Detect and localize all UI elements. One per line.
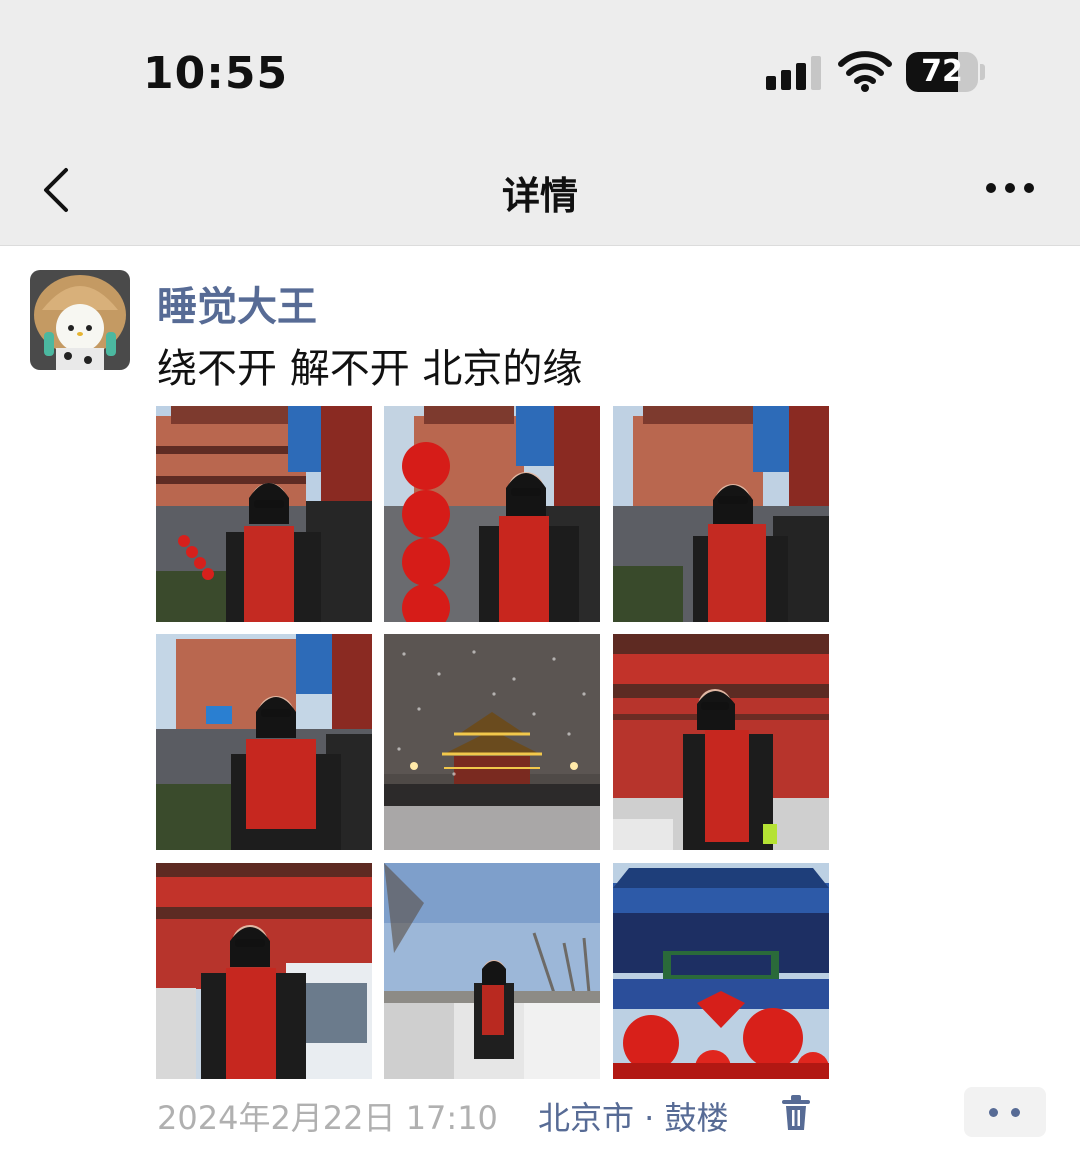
photo-thumbnail[interactable] (613, 406, 829, 622)
header-divider (0, 245, 1080, 246)
photo-thumbnail[interactable] (156, 634, 372, 850)
battery-icon: 72 (906, 52, 978, 92)
battery-level: 72 (921, 54, 963, 89)
post-timestamp: 2024年2月22日 17:10 (157, 1099, 498, 1137)
photo-thumbnail[interactable] (384, 863, 600, 1079)
page-title: 详情 (501, 174, 578, 218)
trash-icon[interactable] (780, 1094, 812, 1132)
photo-thumbnail[interactable] (613, 863, 829, 1079)
photo-thumbnail[interactable] (384, 406, 600, 622)
photo-thumbnail[interactable] (156, 863, 372, 1079)
more-options-icon[interactable] (982, 176, 1038, 200)
wifi-icon (838, 51, 892, 92)
photo-thumbnail[interactable] (384, 634, 600, 850)
photo-thumbnail[interactable] (613, 634, 829, 850)
avatar[interactable] (30, 270, 130, 370)
battery-tip (980, 64, 985, 80)
post-author-name[interactable]: 睡觉大王 (157, 274, 317, 332)
post-location-link[interactable]: 北京市 · 鼓楼 (538, 1093, 729, 1139)
comment-like-button[interactable] (964, 1087, 1046, 1137)
post-text: 绕不开 解不开 北京的缘 (157, 346, 583, 392)
status-time: 10:55 (143, 48, 289, 99)
photo-thumbnail[interactable] (156, 406, 372, 622)
cellular-signal-icon (766, 54, 824, 90)
